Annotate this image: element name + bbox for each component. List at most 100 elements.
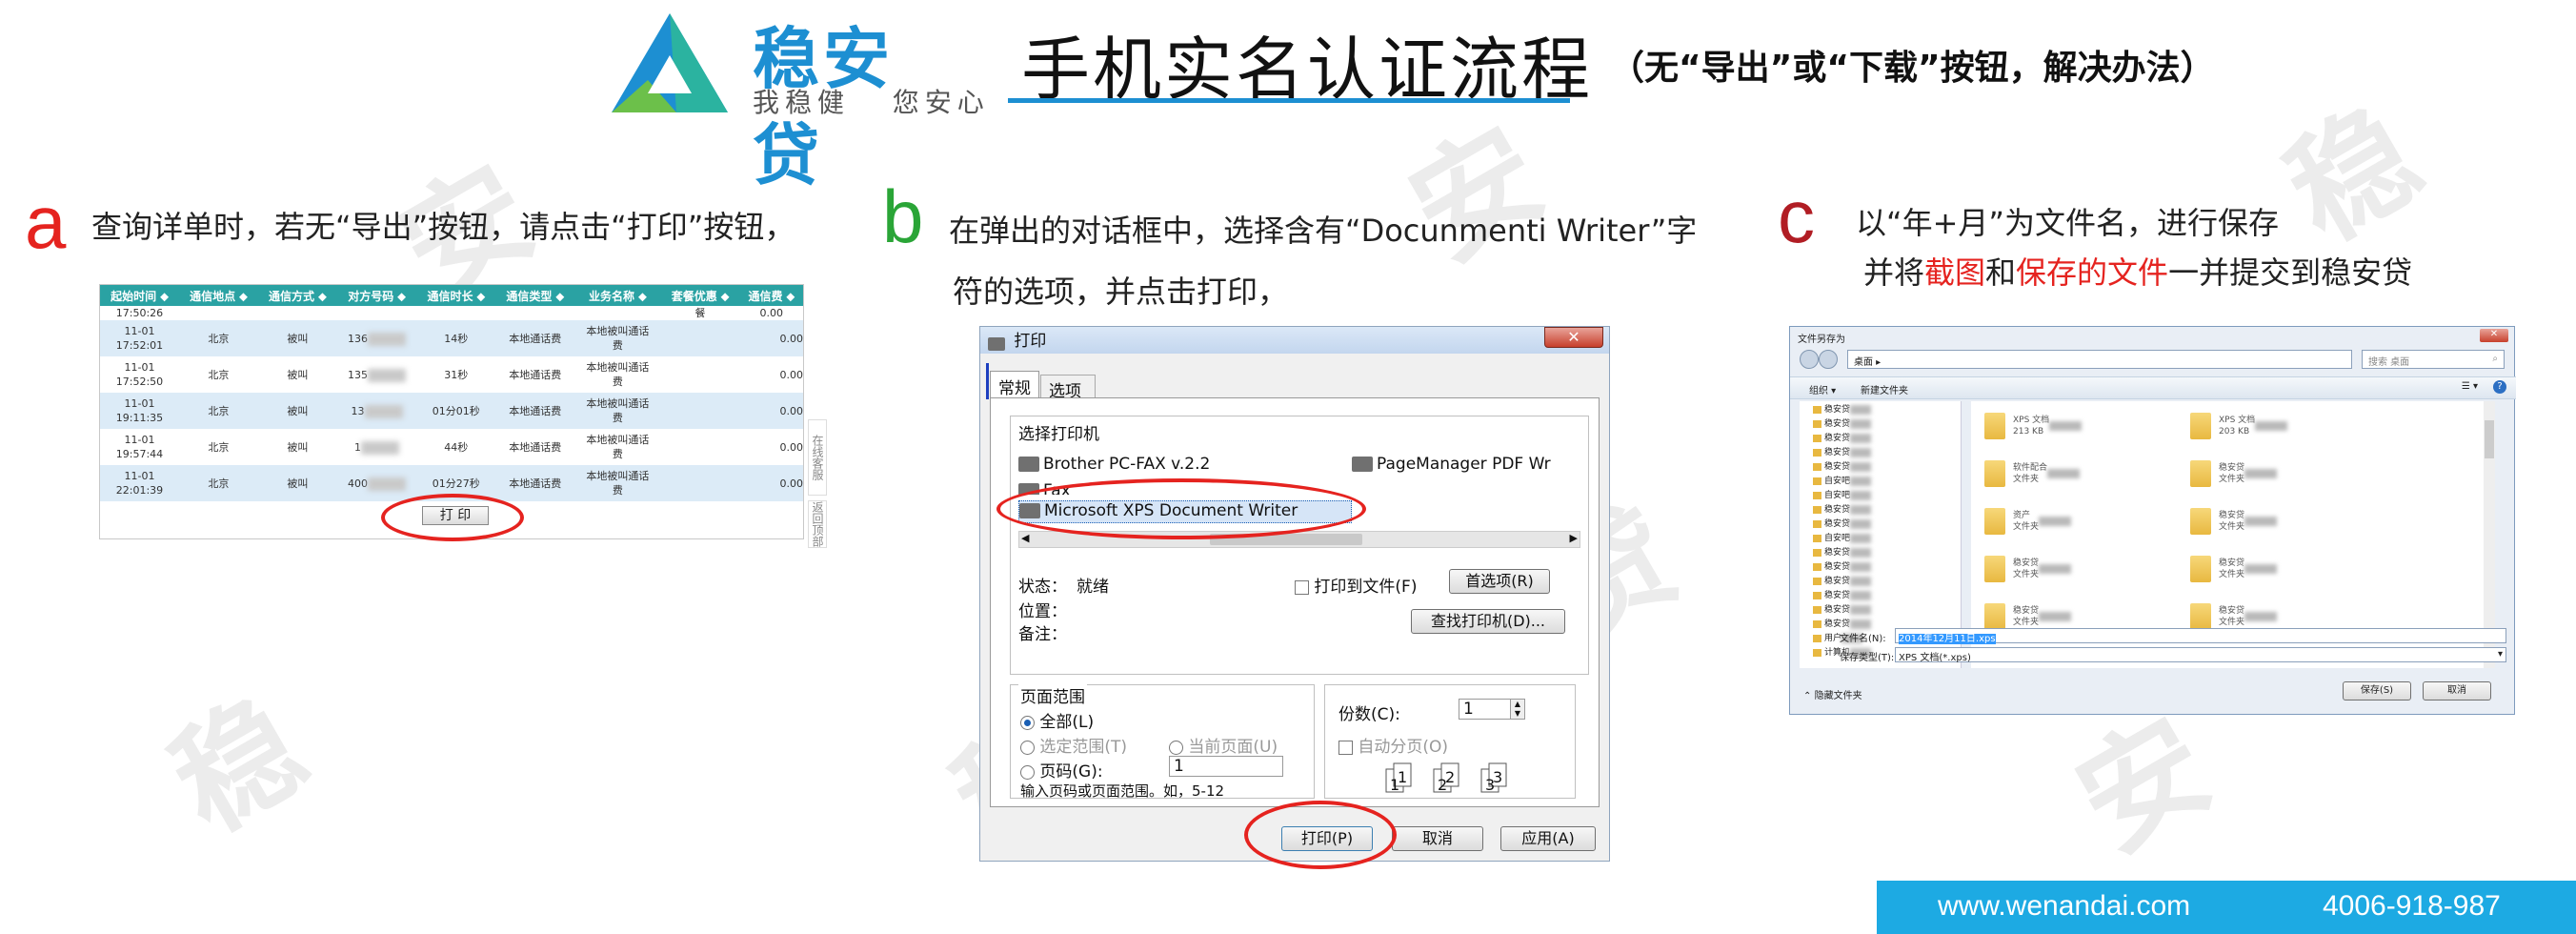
sidebar-item[interactable]: 稳安贷	[1813, 446, 1961, 460]
scroll-left-icon[interactable]: ◀	[1021, 532, 1029, 544]
sidebar-item[interactable]: 稳安贷	[1813, 403, 1961, 417]
folder-icon	[1813, 405, 1821, 414]
tab-options[interactable]: 选项	[1040, 375, 1096, 401]
range-selection-radio[interactable]: 选定范围(T)	[1020, 733, 1127, 757]
cell-mode: 被叫	[257, 393, 337, 429]
sidebar-item[interactable]: 稳安贷	[1813, 432, 1961, 446]
address-bar[interactable]: 桌面 ▸	[1847, 350, 2352, 369]
chevron-up-icon: ⌃	[1803, 691, 1812, 701]
help-icon[interactable]: ?	[2493, 380, 2506, 394]
back-icon[interactable]	[1800, 350, 1819, 369]
sidebar-item[interactable]: 自安吧	[1813, 475, 1961, 489]
pages-input[interactable]: 1	[1169, 756, 1283, 777]
save-button[interactable]: 保存(S)	[2343, 681, 2411, 700]
sidebar-item-label: 稳安贷	[1824, 419, 1851, 429]
folder-icon	[1813, 548, 1821, 557]
select-printer-group: 选择打印机 Brother PC-FAX v.2.2 PageManager P…	[1010, 416, 1589, 675]
cell-place: 北京	[178, 429, 258, 465]
search-input[interactable]: 搜索 桌面 ⌕	[2362, 350, 2505, 369]
filename-input[interactable]: 2014年12月11日.xps	[1895, 628, 2506, 644]
svg-text:2: 2	[1445, 768, 1455, 786]
range-current-radio[interactable]: 当前页面(U)	[1169, 733, 1278, 757]
column-header[interactable]: 通信费 ⬥	[739, 285, 803, 306]
file-item[interactable]: XPS 文档 213 KB	[1984, 407, 2083, 445]
cell-duration: 31秒	[416, 356, 496, 393]
folder-icon	[1813, 519, 1821, 528]
printer-item[interactable]: PageManager PDF Wr	[1352, 455, 1551, 474]
sidebar-item[interactable]: 稳安贷	[1813, 560, 1961, 575]
column-header[interactable]: 通信时长 ⬥	[416, 285, 496, 306]
cell-number: 135	[348, 368, 369, 381]
column-header[interactable]: 套餐优惠 ⬥	[660, 285, 740, 306]
file-item[interactable]: XPS 文档 203 KB	[2190, 407, 2288, 445]
sidebar-item[interactable]: 自安吧	[1813, 532, 1961, 546]
file-item[interactable]: 稳安贷 文件夹	[1984, 550, 2082, 588]
print-to-file-checkbox[interactable]: 打印到文件(F)	[1295, 573, 1417, 597]
cell-number: 400	[348, 477, 369, 490]
folder-icon	[1813, 434, 1821, 442]
copies-stepper[interactable]: ▲ ▼	[1510, 699, 1525, 720]
print-dialog: 打印 ✕ 常规 选项 选择打印机 Brother PC-FAX v.2.2 Pa…	[979, 326, 1610, 862]
cancel-button[interactable]: 取消	[2423, 681, 2491, 700]
title-underline	[1008, 98, 1570, 103]
preferences-button[interactable]: 首选项(R)	[1449, 569, 1550, 594]
sidebar-item[interactable]: 稳安贷	[1813, 575, 1961, 589]
range-all-radio[interactable]: 全部(L)	[1020, 708, 1094, 732]
file-item[interactable]: 资产 文件夹	[1984, 502, 2082, 540]
column-header[interactable]: 通信地点 ⬥	[178, 285, 258, 306]
dialog-title: 打印	[1014, 332, 1047, 351]
file-name: XPS 文档	[2219, 416, 2256, 425]
file-item[interactable]: 软件配合 文件夹	[1984, 455, 2082, 493]
file-item[interactable]: 稳安贷 文件夹	[2190, 502, 2287, 540]
column-header[interactable]: 对方号码 ⬥	[336, 285, 417, 306]
printer-name: Brother PC-FAX v.2.2	[1043, 455, 1211, 474]
sidebar-item[interactable]: 稳安贷	[1813, 603, 1961, 618]
cell-business-cont: 费	[612, 448, 623, 460]
side-tab-online-service[interactable]: 在线客服	[808, 419, 827, 496]
cancel-button[interactable]: 取消	[1392, 826, 1483, 851]
cell-business-cont: 费	[612, 412, 623, 424]
folder-icon	[1813, 577, 1821, 585]
find-printer-button[interactable]: 查找打印机(D)...	[1411, 609, 1565, 634]
sidebar-item[interactable]: 自安吧	[1813, 489, 1961, 503]
filetype-select[interactable]: XPS 文档(*.xps) ▾	[1895, 647, 2506, 663]
view-icon[interactable]: ☰ ▾	[2462, 381, 2478, 392]
cell-fee: 0.00	[739, 429, 803, 465]
cell-place: 北京	[178, 356, 258, 393]
printer-icon	[1018, 457, 1039, 472]
cell-fee: 0.00	[739, 393, 803, 429]
watermark: 稳	[148, 671, 329, 860]
logo-slogan: 我稳健 您安心	[753, 87, 990, 118]
hide-folders-toggle[interactable]: ⌃ 隐藏文件夹	[1803, 687, 1862, 701]
sidebar-item[interactable]: 稳安贷	[1813, 503, 1961, 518]
range-pages-radio[interactable]: 页码(G):	[1020, 758, 1103, 782]
apply-button[interactable]: 应用(A)	[1500, 826, 1596, 851]
file-item[interactable]: 稳安贷 文件夹	[2190, 455, 2287, 493]
folder-icon	[1984, 413, 2005, 439]
file-name: 稳安贷	[2219, 463, 2245, 473]
sidebar-item[interactable]: 稳安贷	[1813, 460, 1961, 475]
copies-input[interactable]: 1	[1459, 699, 1518, 720]
organize-menu[interactable]: 组织 ▾	[1809, 382, 1836, 396]
sidebar-item[interactable]: 稳安贷	[1813, 589, 1961, 603]
column-header[interactable]: 通信类型 ⬥	[495, 285, 575, 306]
file-item[interactable]: 稳安贷 文件夹	[2190, 550, 2287, 588]
column-header[interactable]: 业务名称 ⬥	[574, 285, 661, 306]
new-folder-button[interactable]: 新建文件夹	[1861, 382, 1908, 396]
scroll-right-icon[interactable]: ▶	[1570, 532, 1578, 544]
column-header[interactable]: 起始时间 ⬥	[100, 285, 179, 306]
close-icon[interactable]: ✕	[1544, 327, 1603, 348]
svg-text:1: 1	[1398, 768, 1407, 786]
close-icon[interactable]: ✕	[2480, 329, 2508, 342]
sidebar-item[interactable]: 稳安贷	[1813, 417, 1961, 432]
printer-item[interactable]: Brother PC-FAX v.2.2	[1018, 455, 1210, 474]
column-header[interactable]: 通信方式 ⬥	[257, 285, 337, 306]
tab-general[interactable]: 常规	[990, 371, 1039, 398]
forward-icon[interactable]	[1819, 350, 1838, 369]
side-tab-back-to-top[interactable]: 返回顶部	[808, 500, 827, 548]
sidebar-item[interactable]: 稳安贷	[1813, 546, 1961, 560]
collate-checkbox[interactable]: 自动分页(O)	[1338, 733, 1448, 757]
footer-url[interactable]: www.wenandai.com	[1938, 890, 2190, 923]
sidebar-item[interactable]: 稳安贷	[1813, 518, 1961, 532]
step-a-text: 查询详单时，若无“导出”按钮，请点击“打印”按钮，	[91, 209, 795, 245]
